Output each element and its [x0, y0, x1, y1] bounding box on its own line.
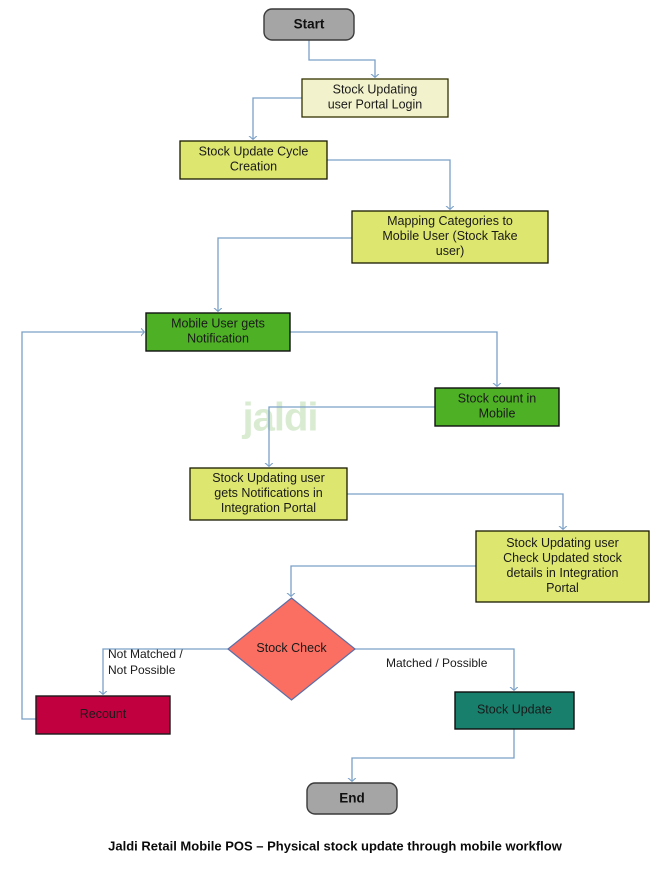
process-recount-label: Recount [80, 707, 127, 721]
process-check-updated-stock-details[interactable]: Stock Updating user Check Updated stock de… [475, 530, 650, 603]
diagram-caption: Jaldi Retail Mobile POS – Physical stock… [108, 838, 563, 853]
watermark-jaldi: jaldi [241, 396, 318, 440]
start-terminator[interactable]: Start [263, 8, 355, 41]
process-stock-updating-user-gets-notifications-label: Stock Updating user gets Notifications in… [212, 471, 325, 515]
flowchart-canvas: jaldi Start Stock Updating user Portal Log… [0, 0, 670, 876]
end-terminator[interactable]: End [306, 782, 398, 815]
process-stock-update-cycle-creation[interactable]: Stock Update Cycle Creation [179, 140, 328, 180]
start-terminator-label: Start [294, 16, 325, 31]
canvas-background [0, 0, 670, 876]
flowchart-svg: jaldi Start Stock Updating user Portal Log… [0, 0, 670, 876]
process-stock-updating-user-gets-notifications[interactable]: Stock Updating user gets Notifications in… [189, 467, 348, 521]
process-stock-update[interactable]: Stock Update [454, 691, 575, 730]
decision-stock-check-label: Stock Check [256, 641, 327, 655]
end-terminator-label: End [339, 790, 365, 805]
process-stock-updating-user-portal-login[interactable]: Stock Updating user Portal Login [301, 78, 449, 118]
caption-layer: Jaldi Retail Mobile POS – Physical stock… [108, 838, 563, 853]
process-recount[interactable]: Recount [35, 695, 171, 735]
process-stock-count-in-mobile[interactable]: Stock count in Mobile [434, 387, 560, 427]
process-mobile-user-gets-notification[interactable]: Mobile User gets Notification [145, 312, 291, 352]
watermark-label: jaldi [241, 396, 317, 440]
edge-label-e10: Matched / Possible [386, 656, 488, 670]
process-stock-update-label: Stock Update [477, 703, 552, 717]
process-mapping-categories-to-mobile-user[interactable]: Mapping Categories to Mobile User (Stock … [351, 210, 549, 264]
process-stock-updating-user-portal-login-label: Stock Updating user Portal Login [328, 83, 423, 112]
